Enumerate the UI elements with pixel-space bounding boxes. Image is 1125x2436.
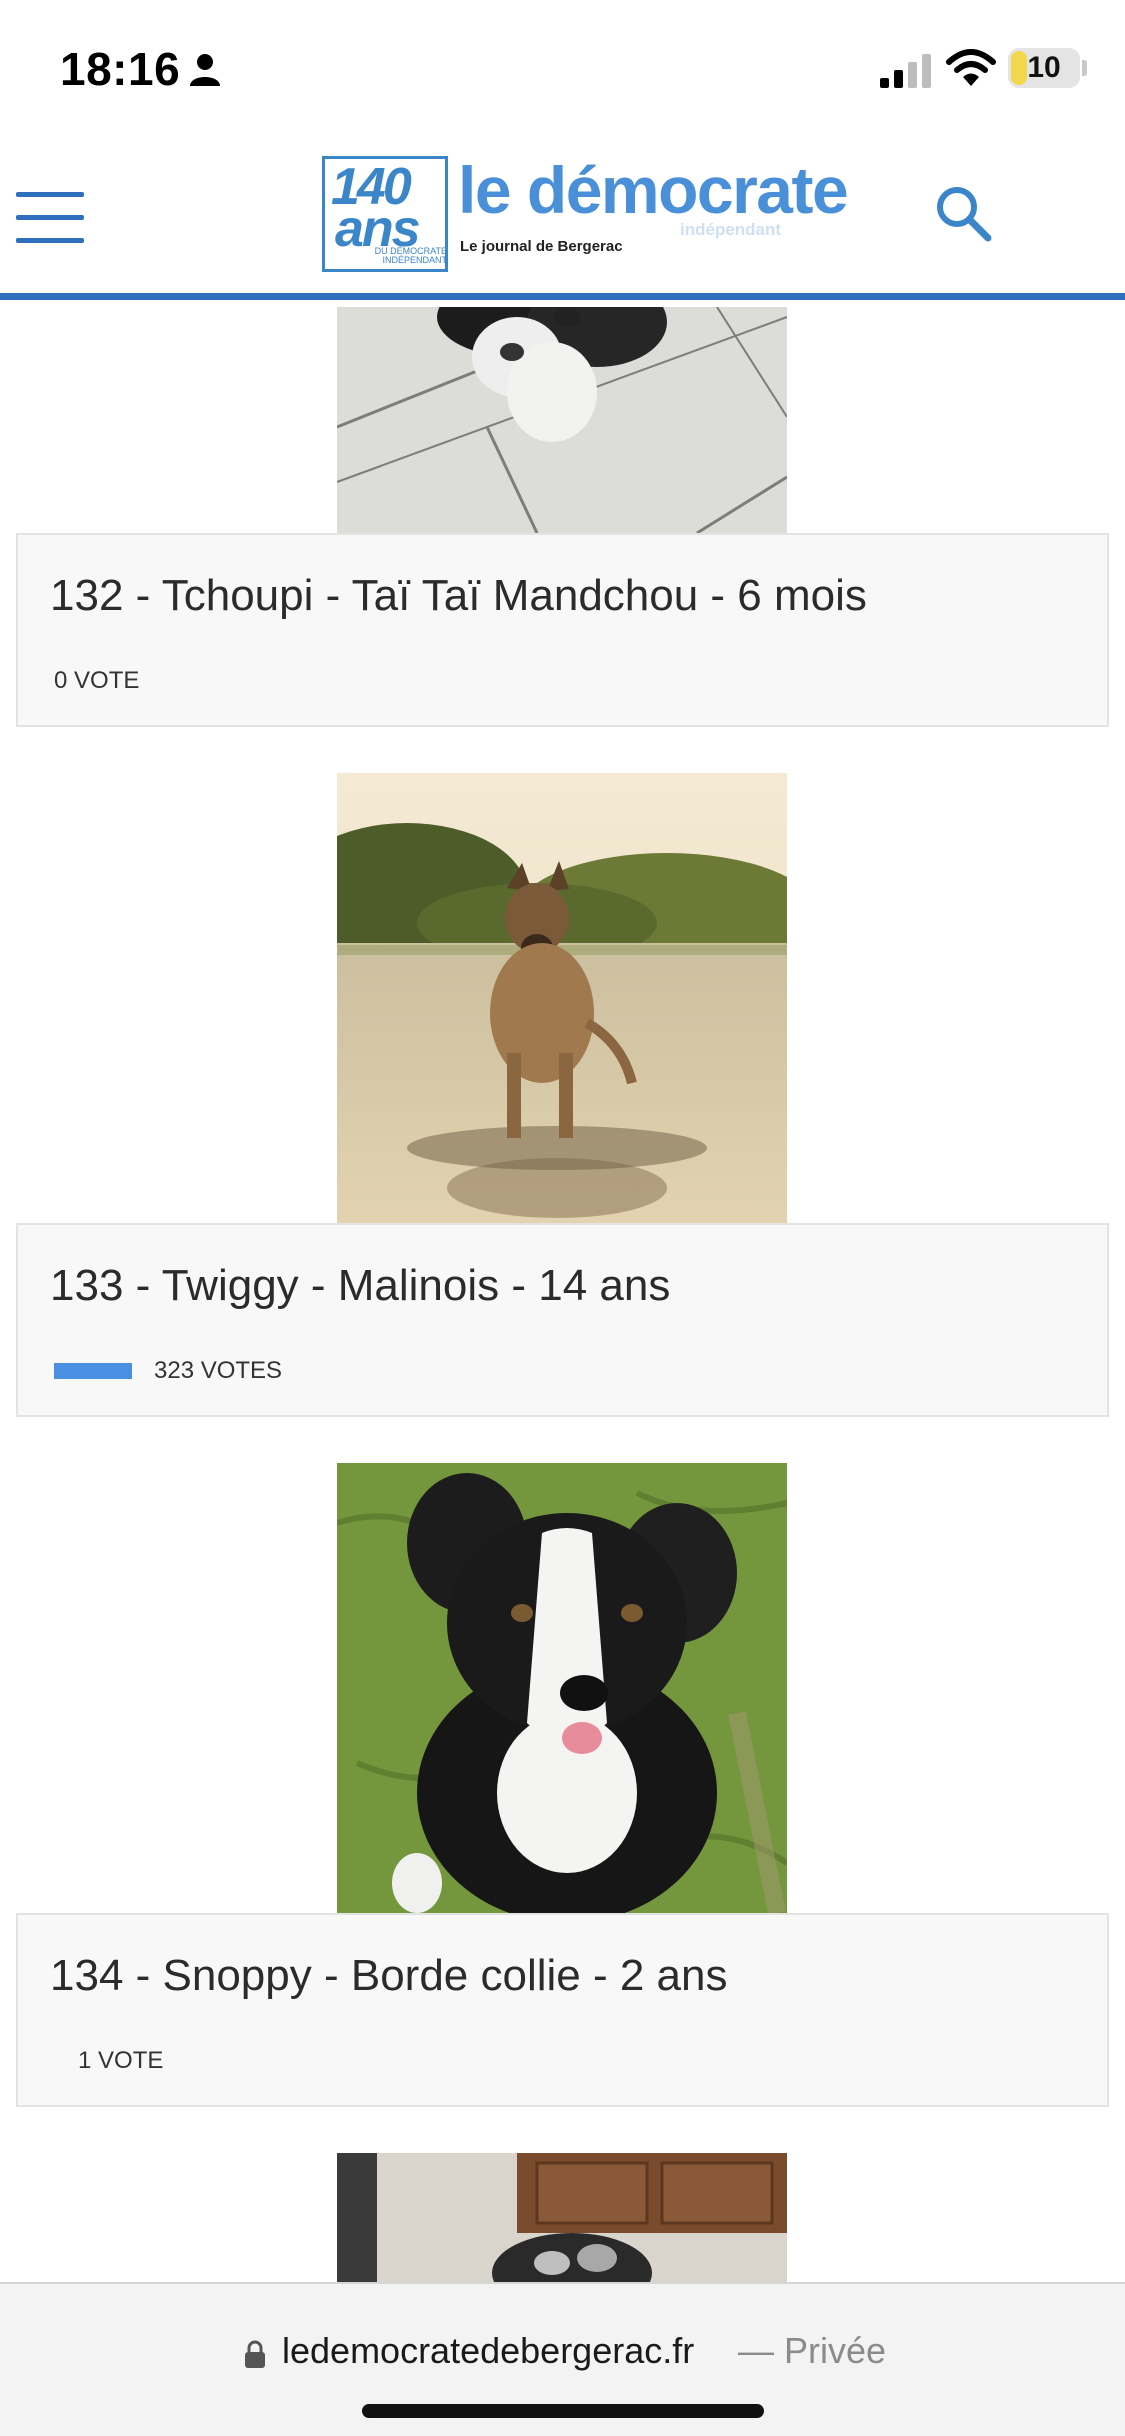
pet-photo-next[interactable]	[337, 2153, 787, 2282]
battery-icon: 10	[1008, 48, 1080, 88]
contest-feed: 132 - Tchoupi - Taï Taï Mandchou - 6 moi…	[0, 307, 1125, 2282]
logo-title: le démocrate	[458, 153, 849, 227]
site-header: 140 ans DU DÉMOCRATE INDÉPENDANT le démo…	[0, 140, 1125, 300]
logo-tagline: indépendant	[680, 220, 782, 239]
lock-icon	[245, 2340, 265, 2368]
anniversary-badge: 140 ans DU DÉMOCRATE INDÉPENDANT	[322, 156, 448, 272]
private-mode-label: — Privée	[738, 2330, 887, 2371]
vote-bar	[54, 1363, 132, 1379]
signal-icon	[880, 54, 931, 88]
pet-photo-tchoupi[interactable]	[337, 307, 787, 533]
entry-card[interactable]: 134 - Snoppy - Borde collie - 2 ans 1 VO…	[16, 1913, 1109, 2107]
menu-icon[interactable]	[16, 192, 84, 244]
vote-count: 323 VOTES	[154, 1357, 283, 1384]
browser-address-bar[interactable]: ledemocratedebergerac.fr — Privée	[0, 2282, 1125, 2436]
site-logo[interactable]: 140 ans DU DÉMOCRATE INDÉPENDANT le démo…	[322, 153, 849, 274]
wifi-icon	[946, 49, 996, 86]
person-icon	[190, 54, 220, 86]
entry-card[interactable]: 133 - Twiggy - Malinois - 14 ans 323 VOT…	[16, 1223, 1109, 1417]
home-indicator[interactable]	[362, 2404, 764, 2418]
battery-level: 10	[1027, 51, 1061, 84]
entry-card[interactable]: 132 - Tchoupi - Taï Taï Mandchou - 6 moi…	[16, 533, 1109, 727]
status-time: 18:16	[60, 43, 181, 95]
battery-cap	[1082, 60, 1087, 76]
entry-title[interactable]: 134 - Snoppy - Borde collie - 2 ans	[50, 1951, 728, 2001]
anniversary-small: DU DÉMOCRATE INDÉPENDANT	[374, 246, 447, 265]
entry-title[interactable]: 133 - Twiggy - Malinois - 14 ans	[50, 1261, 670, 1311]
search-icon[interactable]	[932, 182, 994, 244]
url-domain[interactable]: ledemocratedebergerac.fr	[282, 2330, 694, 2372]
vote-count: 0 VOTE	[54, 667, 140, 694]
entry-title[interactable]: 132 - Tchoupi - Taï Taï Mandchou - 6 moi…	[50, 571, 867, 621]
vote-count: 1 VOTE	[78, 2047, 164, 2074]
pet-photo-snoppy[interactable]	[337, 1463, 787, 1913]
status-bar: 18:16 10	[0, 0, 1125, 140]
pet-photo-twiggy[interactable]	[337, 773, 787, 1223]
logo-subtitle: Le journal de Bergerac	[460, 238, 623, 255]
